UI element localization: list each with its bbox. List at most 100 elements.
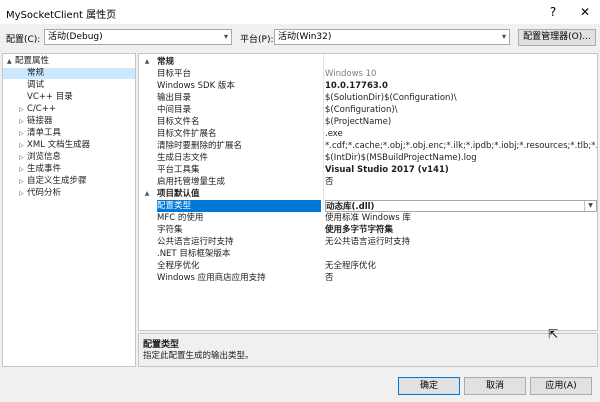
property-row[interactable]: 启用托管增量生成 否: [139, 176, 597, 188]
expand-toggle-icon[interactable]: ▷: [19, 188, 27, 199]
tree-item[interactable]: ▷ C/C++: [3, 104, 135, 115]
property-row[interactable]: 平台工具集 Visual Studio 2017 (v141): [139, 164, 597, 176]
chevron-down-icon: ▾: [501, 32, 506, 41]
property-name: 清除时要删除的扩展名: [157, 141, 243, 151]
expand-toggle-icon[interactable]: ▷: [19, 176, 27, 187]
property-name: 配置类型: [157, 200, 321, 212]
property-row[interactable]: 清除时要删除的扩展名 *.cdf;*.cache;*.obj;*.obj.enc;…: [139, 140, 597, 152]
expand-toggle-icon[interactable]: ▷: [19, 140, 27, 151]
property-row[interactable]: 全程序优化 无全程序优化: [139, 260, 597, 272]
property-value[interactable]: $(ProjectName): [325, 116, 597, 128]
tree-item[interactable]: ▲ 配置属性: [3, 56, 135, 67]
tree-item-label: 浏览信息: [27, 152, 62, 162]
title-bar: MySocketClient 属性页 ? ✕: [0, 0, 600, 24]
property-value-text: Visual Studio 2017 (v141): [325, 165, 449, 175]
property-value-text: *.cdf;*.cache;*.obj;*.obj.enc;*.ilk;*.ip…: [325, 141, 597, 151]
apply-button[interactable]: 应用(A): [530, 377, 592, 395]
tree-item[interactable]: ▷ 自定义生成步骤: [3, 176, 135, 187]
property-value-text: $(ProjectName): [325, 117, 392, 127]
description-text: 指定此配置生成的输出类型。: [143, 351, 254, 361]
property-value[interactable]: $(IntDir)$(MSBuildProjectName).log: [325, 152, 597, 164]
property-value[interactable]: $(SolutionDir)$(Configuration)\: [325, 92, 597, 104]
property-row[interactable]: Windows SDK 版本 10.0.17763.0: [139, 80, 597, 92]
tree-item[interactable]: ▷ 生成事件: [3, 164, 135, 175]
tree-item[interactable]: 常规: [3, 68, 135, 79]
property-value[interactable]: Windows 10: [325, 68, 597, 80]
tree-item-label: VC++ 目录: [27, 92, 73, 102]
property-value[interactable]: *.cdf;*.cache;*.obj;*.obj.enc;*.ilk;*.ip…: [325, 140, 597, 152]
property-row[interactable]: .NET 目标框架版本: [139, 248, 597, 260]
mouse-pointer-icon: ⇱: [548, 327, 559, 341]
config-select-value: 活动(Debug): [48, 32, 103, 42]
property-value[interactable]: 无全程序优化: [325, 260, 597, 272]
property-row[interactable]: 输出目录 $(SolutionDir)$(Configuration)\: [139, 92, 597, 104]
config-select[interactable]: 活动(Debug) ▾: [44, 29, 232, 45]
property-name: 公共语言运行时支持: [157, 237, 234, 247]
close-button[interactable]: ✕: [574, 2, 596, 22]
row-gutter: [139, 272, 155, 284]
expand-toggle-icon[interactable]: ▷: [19, 152, 27, 163]
category-header[interactable]: ▲ 常规: [139, 56, 597, 68]
expand-toggle-icon[interactable]: ▷: [19, 164, 27, 175]
expand-toggle-icon[interactable]: ▷: [19, 104, 27, 115]
collapse-icon[interactable]: ▲: [139, 56, 155, 68]
row-gutter: [139, 164, 155, 176]
tree-item[interactable]: 调试: [3, 80, 135, 91]
property-row[interactable]: 中间目录 $(Configuration)\: [139, 104, 597, 116]
property-value[interactable]: 无公共语言运行时支持: [325, 236, 597, 248]
property-value[interactable]: .exe: [325, 128, 597, 140]
property-row[interactable]: 目标文件名 $(ProjectName): [139, 116, 597, 128]
property-row[interactable]: Windows 应用商店应用支持 否: [139, 272, 597, 284]
property-value-text: .exe: [325, 129, 343, 139]
category-header[interactable]: ▲ 项目默认值: [139, 188, 597, 200]
ok-button[interactable]: 确定: [398, 377, 460, 395]
tree-item[interactable]: ▷ 链接器: [3, 116, 135, 127]
collapse-icon[interactable]: ▲: [139, 188, 155, 200]
property-name: 目标文件名: [157, 117, 200, 127]
expand-toggle-icon[interactable]: ▷: [19, 128, 27, 139]
property-name: 中间目录: [157, 105, 192, 115]
cancel-button[interactable]: 取消: [464, 377, 526, 395]
property-row[interactable]: 字符集 使用多字节字符集: [139, 224, 597, 236]
platform-select[interactable]: 活动(Win32) ▾: [274, 29, 510, 45]
tree-item[interactable]: VC++ 目录: [3, 92, 135, 103]
property-value[interactable]: 否: [325, 176, 597, 188]
tree-item[interactable]: ▷ 浏览信息: [3, 152, 135, 163]
tree-item[interactable]: ▷ 清单工具: [3, 128, 135, 139]
property-value[interactable]: Visual Studio 2017 (v141): [325, 164, 597, 176]
property-value[interactable]: 动态库(.dll) ▼: [325, 200, 597, 212]
tree-item[interactable]: ▷ 代码分析: [3, 188, 135, 199]
tree-item-label: 链接器: [27, 116, 53, 126]
property-row[interactable]: MFC 的使用 使用标准 Windows 库: [139, 212, 597, 224]
help-button[interactable]: ?: [542, 2, 564, 22]
property-value[interactable]: $(Configuration)\: [325, 104, 597, 116]
row-gutter: [139, 176, 155, 188]
property-value-text: $(SolutionDir)$(Configuration)\: [325, 93, 457, 103]
chevron-down-icon[interactable]: ▼: [584, 201, 596, 211]
tree-item[interactable]: ▷ XML 文档生成器: [3, 140, 135, 151]
property-value[interactable]: 使用多字节字符集: [325, 224, 597, 236]
row-gutter: [139, 104, 155, 116]
property-name: 目标文件扩展名: [157, 129, 217, 139]
property-value[interactable]: 10.0.17763.0: [325, 80, 597, 92]
platform-label: 平台(P):: [240, 35, 274, 45]
property-tree: ▲ 配置属性 常规 调试 VC++ 目录 ▷ C/C++ ▷ 链接器 ▷ 清单工具 ▷ XML 文档生成…: [2, 53, 136, 367]
property-value[interactable]: 使用标准 Windows 库: [325, 212, 597, 224]
expand-toggle-icon[interactable]: ▷: [19, 116, 27, 127]
config-manager-button[interactable]: 配置管理器(O)...: [518, 29, 596, 46]
property-row[interactable]: 配置类型 动态库(.dll) ▼: [139, 200, 597, 212]
property-row[interactable]: 目标文件扩展名 .exe: [139, 128, 597, 140]
property-row[interactable]: 目标平台 Windows 10: [139, 68, 597, 80]
property-name: 输出目录: [157, 93, 192, 103]
description-panel: 配置类型 指定此配置生成的输出类型。: [138, 333, 598, 367]
property-value-text: 使用标准 Windows 库: [325, 213, 411, 223]
property-row[interactable]: 生成日志文件 $(IntDir)$(MSBuildProjectName).log: [139, 152, 597, 164]
row-gutter: [139, 68, 155, 80]
property-name: 生成日志文件: [157, 153, 209, 163]
property-value-text: $(IntDir)$(MSBuildProjectName).log: [325, 153, 477, 163]
property-value[interactable]: [325, 248, 597, 260]
tree-item-label: 代码分析: [27, 188, 62, 198]
property-value[interactable]: 否: [325, 272, 597, 284]
expand-toggle-icon[interactable]: ▲: [7, 56, 15, 67]
property-row[interactable]: 公共语言运行时支持 无公共语言运行时支持: [139, 236, 597, 248]
